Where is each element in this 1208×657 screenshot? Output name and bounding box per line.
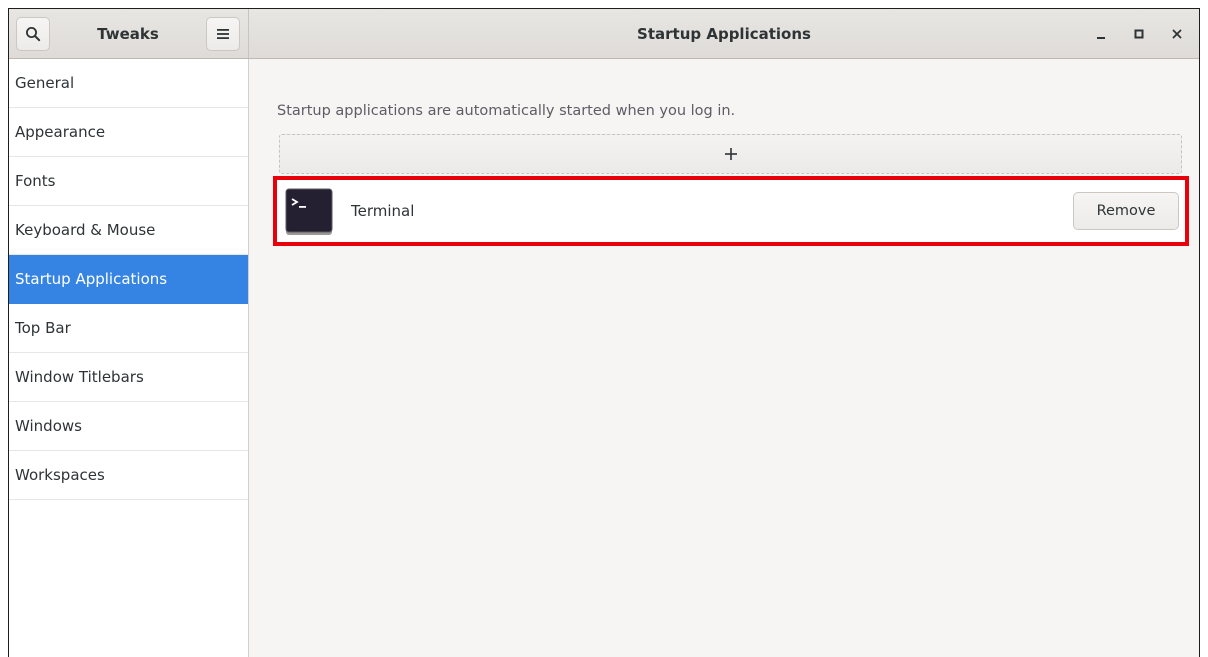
header-right: Startup Applications — [249, 9, 1199, 58]
search-icon — [26, 26, 41, 41]
close-icon — [1172, 29, 1182, 38]
startup-app-row: Terminal Remove — [273, 176, 1189, 246]
main-content: Startup applications are automatically s… — [249, 59, 1199, 657]
sidebar-item-top-bar[interactable]: Top Bar — [9, 304, 248, 353]
search-button[interactable] — [16, 16, 50, 51]
tweaks-window: Tweaks Startup Applications General Appe… — [8, 8, 1200, 657]
hamburger-menu-icon — [216, 28, 229, 39]
main-menu-button[interactable] — [205, 16, 240, 51]
minimize-icon — [1097, 36, 1105, 39]
terminal-icon — [285, 188, 333, 235]
sidebar-item-general[interactable]: General — [9, 59, 248, 108]
sidebar-item-keyboard-mouse[interactable]: Keyboard & Mouse — [9, 206, 248, 255]
app-title: Tweaks — [97, 24, 159, 43]
sidebar: General Appearance Fonts Keyboard & Mous… — [9, 59, 249, 657]
sidebar-item-workspaces[interactable]: Workspaces — [9, 451, 248, 500]
close-button[interactable] — [1163, 20, 1191, 48]
maximize-button[interactable] — [1125, 20, 1153, 48]
header-bar: Tweaks Startup Applications — [9, 9, 1199, 59]
remove-button[interactable]: Remove — [1073, 192, 1179, 230]
sidebar-item-fonts[interactable]: Fonts — [9, 157, 248, 206]
add-startup-app-button[interactable] — [279, 134, 1182, 174]
startup-app-name: Terminal — [351, 202, 415, 220]
sidebar-item-window-titlebars[interactable]: Window Titlebars — [9, 353, 248, 402]
minimize-button[interactable] — [1087, 20, 1115, 48]
window-controls — [1087, 9, 1191, 58]
plus-icon — [724, 148, 737, 160]
page-title: Startup Applications — [637, 24, 811, 43]
header-left: Tweaks — [9, 9, 249, 58]
description-text: Startup applications are automatically s… — [277, 103, 736, 119]
sidebar-item-startup-applications[interactable]: Startup Applications — [9, 255, 248, 304]
maximize-icon — [1134, 29, 1144, 38]
sidebar-item-windows[interactable]: Windows — [9, 402, 248, 451]
sidebar-item-appearance[interactable]: Appearance — [9, 108, 248, 157]
